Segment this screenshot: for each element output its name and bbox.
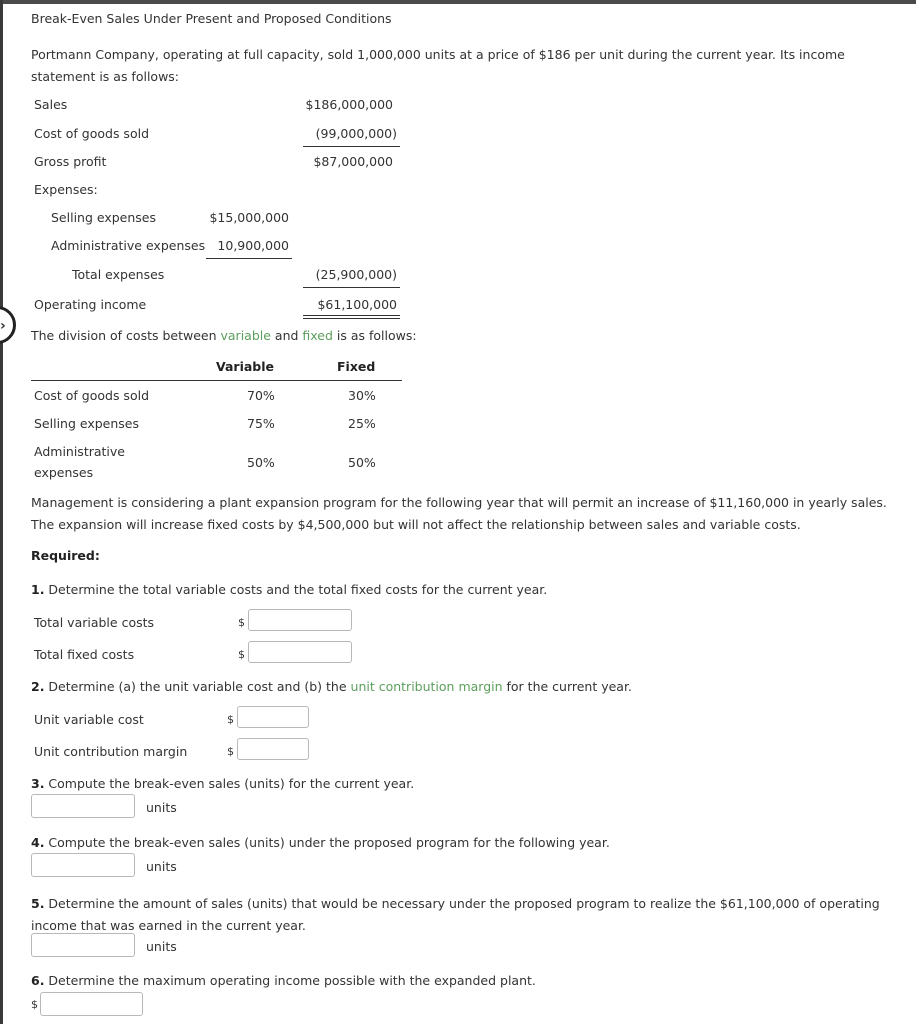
admin-expenses-label: Administrative expenses xyxy=(51,238,206,253)
dollar-prefix: $ xyxy=(227,713,234,726)
total-fixed-costs-input[interactable] xyxy=(248,641,352,663)
table-header-rule xyxy=(31,380,402,381)
variable-glossary-link[interactable]: variable xyxy=(221,328,271,343)
row-label-line1: Administrative xyxy=(34,444,125,459)
total-fixed-costs-label: Total fixed costs xyxy=(34,647,135,662)
units-suffix: units xyxy=(146,800,177,815)
row-label: Cost of goods sold xyxy=(34,388,150,403)
operating-income-value: $61,100,000 xyxy=(317,297,397,312)
total-variable-costs-input[interactable] xyxy=(248,609,352,631)
row-label-line2: expenses xyxy=(34,465,94,480)
unit-variable-cost-input[interactable] xyxy=(237,706,309,728)
row-variable: 75% xyxy=(247,416,275,431)
question-text-before: Determine (a) the unit variable cost and… xyxy=(44,679,351,694)
total-expenses-value: (25,900,000) xyxy=(315,267,397,282)
question-number: 2. xyxy=(31,679,45,694)
cogs-label: Cost of goods sold xyxy=(34,126,150,141)
dollar-prefix: $ xyxy=(227,745,234,758)
total-variable-costs-label: Total variable costs xyxy=(34,615,155,630)
unit-contribution-margin-input[interactable] xyxy=(237,738,309,760)
max-operating-income-input[interactable] xyxy=(40,992,143,1016)
row-fixed: 50% xyxy=(348,455,376,470)
window-left-border xyxy=(0,0,3,1024)
units-suffix: units xyxy=(146,859,177,874)
question-2: 2. Determine (a) the unit variable cost … xyxy=(31,679,632,694)
question-text: Determine the maximum operating income p… xyxy=(44,973,536,988)
total-expenses-label: Total expenses xyxy=(72,267,165,282)
unit-contribution-margin-link[interactable]: unit contribution margin xyxy=(351,679,503,694)
dollar-prefix: $ xyxy=(31,998,38,1011)
selling-expenses-value: $15,000,000 xyxy=(209,210,289,225)
question-4: 4. Compute the break-even sales (units) … xyxy=(31,835,610,850)
row-fixed: 30% xyxy=(348,388,376,403)
question-1: 1. Determine the total variable costs an… xyxy=(31,582,547,597)
units-suffix: units xyxy=(146,939,177,954)
question-text: Compute the break-even sales (units) und… xyxy=(44,835,610,850)
target-income-units-input[interactable] xyxy=(31,933,135,957)
expand-panel-button[interactable]: › xyxy=(0,306,16,344)
question-number: 1. xyxy=(31,582,45,597)
sales-label: Sales xyxy=(34,97,68,112)
fixed-column-header: Fixed xyxy=(337,359,376,374)
variable-column-header: Variable xyxy=(216,359,275,374)
question-text: Determine the amount of sales (units) th… xyxy=(31,896,880,933)
operating-income-double-rule xyxy=(303,315,400,319)
total-expenses-rule xyxy=(206,258,292,259)
question-text-after: for the current year. xyxy=(502,679,632,694)
division-intro: The division of costs between variable a… xyxy=(31,328,417,343)
question-text: Determine the total variable costs and t… xyxy=(44,582,548,597)
division-text-and: and xyxy=(270,328,303,343)
expenses-label: Expenses: xyxy=(34,182,98,197)
division-text-before: The division of costs between xyxy=(31,328,221,343)
management-paragraph: Management is considering a plant expans… xyxy=(31,495,887,532)
question-6: 6. Determine the maximum operating incom… xyxy=(31,973,536,988)
row-fixed: 25% xyxy=(348,416,376,431)
question-number: 5. xyxy=(31,896,45,911)
dollar-prefix: $ xyxy=(238,648,245,661)
required-heading: Required: xyxy=(31,548,100,563)
admin-expenses-value: 10,900,000 xyxy=(217,238,289,253)
division-text-after: is as follows: xyxy=(332,328,417,343)
question-text: Compute the break-even sales (units) for… xyxy=(44,776,415,791)
question-number: 3. xyxy=(31,776,45,791)
problem-title: Break-Even Sales Under Present and Propo… xyxy=(31,11,392,26)
gross-profit-label: Gross profit xyxy=(34,154,107,169)
cogs-value: (99,000,000) xyxy=(315,126,397,141)
fixed-glossary-link[interactable]: fixed xyxy=(302,328,333,343)
operating-income-label: Operating income xyxy=(34,297,147,312)
gross-profit-rule xyxy=(303,146,400,147)
chevron-right-icon: › xyxy=(0,318,6,334)
question-3: 3. Compute the break-even sales (units) … xyxy=(31,776,414,791)
row-variable: 50% xyxy=(247,455,275,470)
dollar-prefix: $ xyxy=(238,616,245,629)
operating-income-rule xyxy=(303,287,400,288)
sales-value: $186,000,000 xyxy=(305,97,393,112)
break-even-units-current-input[interactable] xyxy=(31,794,135,818)
row-label: Selling expenses xyxy=(34,416,140,431)
question-number: 4. xyxy=(31,835,45,850)
intro-paragraph: Portmann Company, operating at full capa… xyxy=(31,47,845,84)
question-number: 6. xyxy=(31,973,45,988)
row-variable: 70% xyxy=(247,388,275,403)
window-top-border xyxy=(0,0,916,4)
selling-expenses-label: Selling expenses xyxy=(51,210,157,225)
unit-contribution-margin-label: Unit contribution margin xyxy=(34,744,188,759)
unit-variable-cost-label: Unit variable cost xyxy=(34,712,144,727)
break-even-units-proposed-input[interactable] xyxy=(31,853,135,877)
question-5: 5. Determine the amount of sales (units)… xyxy=(31,893,901,937)
gross-profit-value: $87,000,000 xyxy=(313,154,393,169)
